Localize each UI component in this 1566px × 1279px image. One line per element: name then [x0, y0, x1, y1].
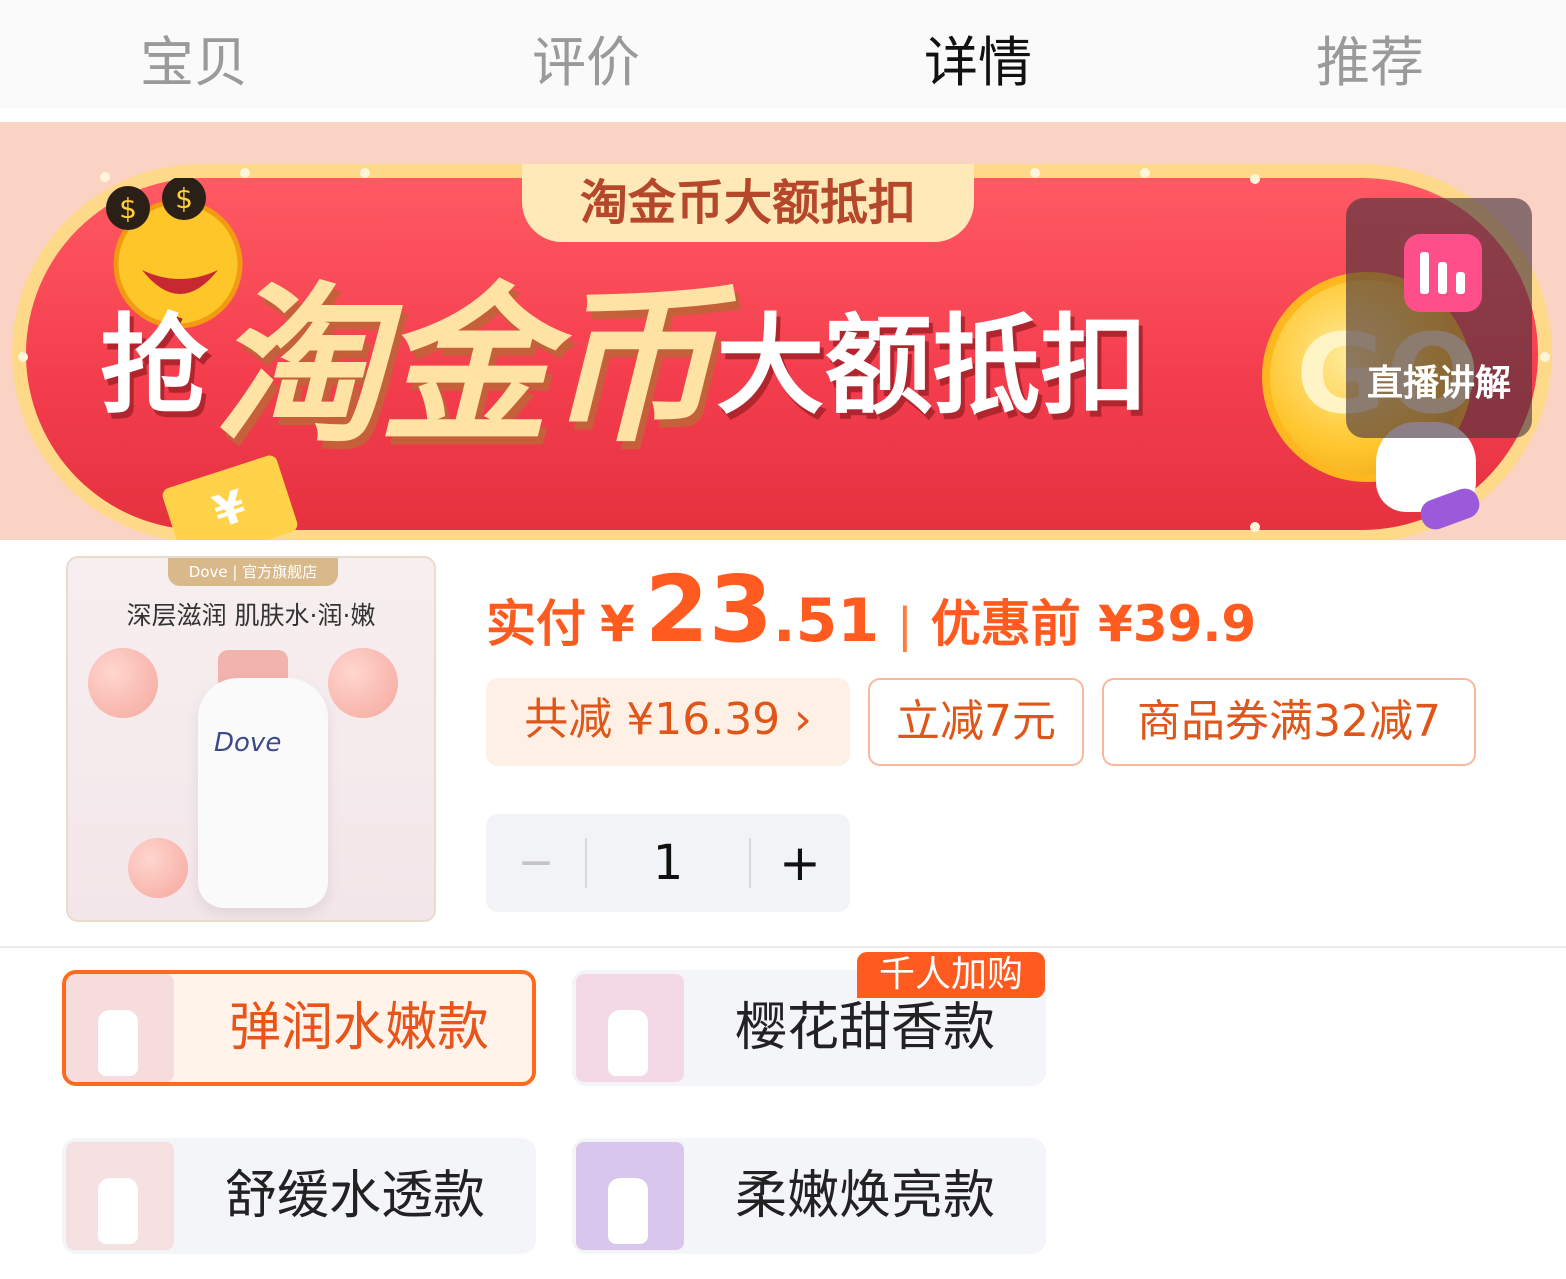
- banner-light-dot: [1030, 168, 1040, 178]
- price-decimal: .51: [772, 586, 880, 656]
- variant-bottle: [98, 1178, 138, 1244]
- price-line: 实付 ¥23.51 | 优惠前 ¥39.9: [486, 556, 1257, 663]
- total-discount-chip[interactable]: 共减 ¥16.39 ›: [486, 678, 850, 766]
- svg-text:$: $: [175, 182, 193, 215]
- live-explain-button[interactable]: 直播讲解: [1346, 198, 1532, 438]
- peach-decoration: [328, 648, 398, 718]
- peach-decoration: [128, 838, 188, 898]
- headline-suffix: 大额抵扣: [716, 304, 1149, 429]
- price-label: 实付: [486, 595, 586, 653]
- banner-top-tag-text: 淘金币大额抵扣: [579, 175, 916, 231]
- product-bottle: [198, 678, 328, 908]
- section-divider: [0, 946, 1566, 948]
- peach-decoration: [88, 648, 158, 718]
- increase-button[interactable]: +: [750, 814, 850, 912]
- price-separator: |: [897, 598, 913, 652]
- variant-label: 舒缓水透款: [224, 1166, 485, 1226]
- thumb-brand-tag: Dove | 官方旗舰店: [168, 558, 338, 586]
- product-thumbnail[interactable]: Dove | 官方旗舰店 深层滋润 肌肤水·润·嫩 Dove: [66, 556, 436, 922]
- variant-bottle: [98, 1010, 138, 1076]
- live-explain-label: 直播讲解: [1366, 363, 1511, 404]
- variant-thumbnail: [66, 1142, 174, 1250]
- thumb-tagline: 深层滋润 肌肤水·润·嫩: [126, 601, 376, 630]
- banner-light-dot: [1540, 352, 1550, 362]
- variant-thumbnail: [576, 1142, 684, 1250]
- bottle-brand: Dove: [214, 728, 282, 758]
- variant-bottle: [608, 1178, 648, 1244]
- banner-light-dot: [240, 168, 250, 178]
- headline-prefix: 抢: [100, 304, 209, 429]
- banner-light-dot: [1250, 174, 1260, 184]
- banner-headline: 抢 淘金币 大额抵扣: [100, 262, 1148, 472]
- variant-option[interactable]: 舒缓水透款: [62, 1138, 536, 1254]
- price-integer: 23: [644, 556, 773, 663]
- promo-banner[interactable]: 淘金币大额抵扣 $ $ 抢 淘金币 大额抵扣 ¥ GO 直播讲解: [0, 122, 1566, 540]
- variant-option[interactable]: 柔嫩焕亮款: [572, 1138, 1046, 1254]
- tab-recommend[interactable]: 推荐: [1270, 18, 1470, 97]
- quantity-stepper: − 1 +: [486, 814, 850, 912]
- banner-light-dot: [360, 168, 370, 178]
- variant-label: 柔嫩焕亮款: [734, 1166, 995, 1226]
- tab-baobei[interactable]: 宝贝: [94, 18, 294, 97]
- live-bars-icon: [1404, 234, 1482, 312]
- tab-details[interactable]: 详情: [878, 18, 1078, 97]
- price-currency: ¥: [600, 595, 635, 653]
- banner-light-dot: [18, 352, 28, 362]
- instant-discount-chip[interactable]: 立减7元: [868, 678, 1084, 766]
- top-tab-bar: 宝贝 评价 详情 推荐: [0, 0, 1566, 108]
- banner-top-tag: 淘金币大额抵扣: [522, 164, 974, 242]
- banner-light-dot: [1140, 168, 1150, 178]
- original-price: 优惠前 ¥39.9: [930, 595, 1257, 653]
- decrease-button[interactable]: −: [486, 814, 586, 912]
- variant-label: 弹润水嫩款: [228, 998, 489, 1058]
- tab-reviews[interactable]: 评价: [486, 18, 686, 97]
- svg-text:$: $: [119, 192, 137, 225]
- headline-highlight: 淘金币: [213, 268, 715, 466]
- coupon-chip[interactable]: 商品券满32减7: [1102, 678, 1476, 766]
- variant-option[interactable]: 弹润水嫩款: [62, 970, 536, 1086]
- banner-light-dot: [1250, 522, 1260, 532]
- quantity-value[interactable]: 1: [586, 814, 750, 912]
- variant-thumbnail: [66, 974, 174, 1082]
- popular-badge: 千人加购: [857, 952, 1045, 998]
- variant-bottle: [608, 1010, 648, 1076]
- variant-thumbnail: [576, 974, 684, 1082]
